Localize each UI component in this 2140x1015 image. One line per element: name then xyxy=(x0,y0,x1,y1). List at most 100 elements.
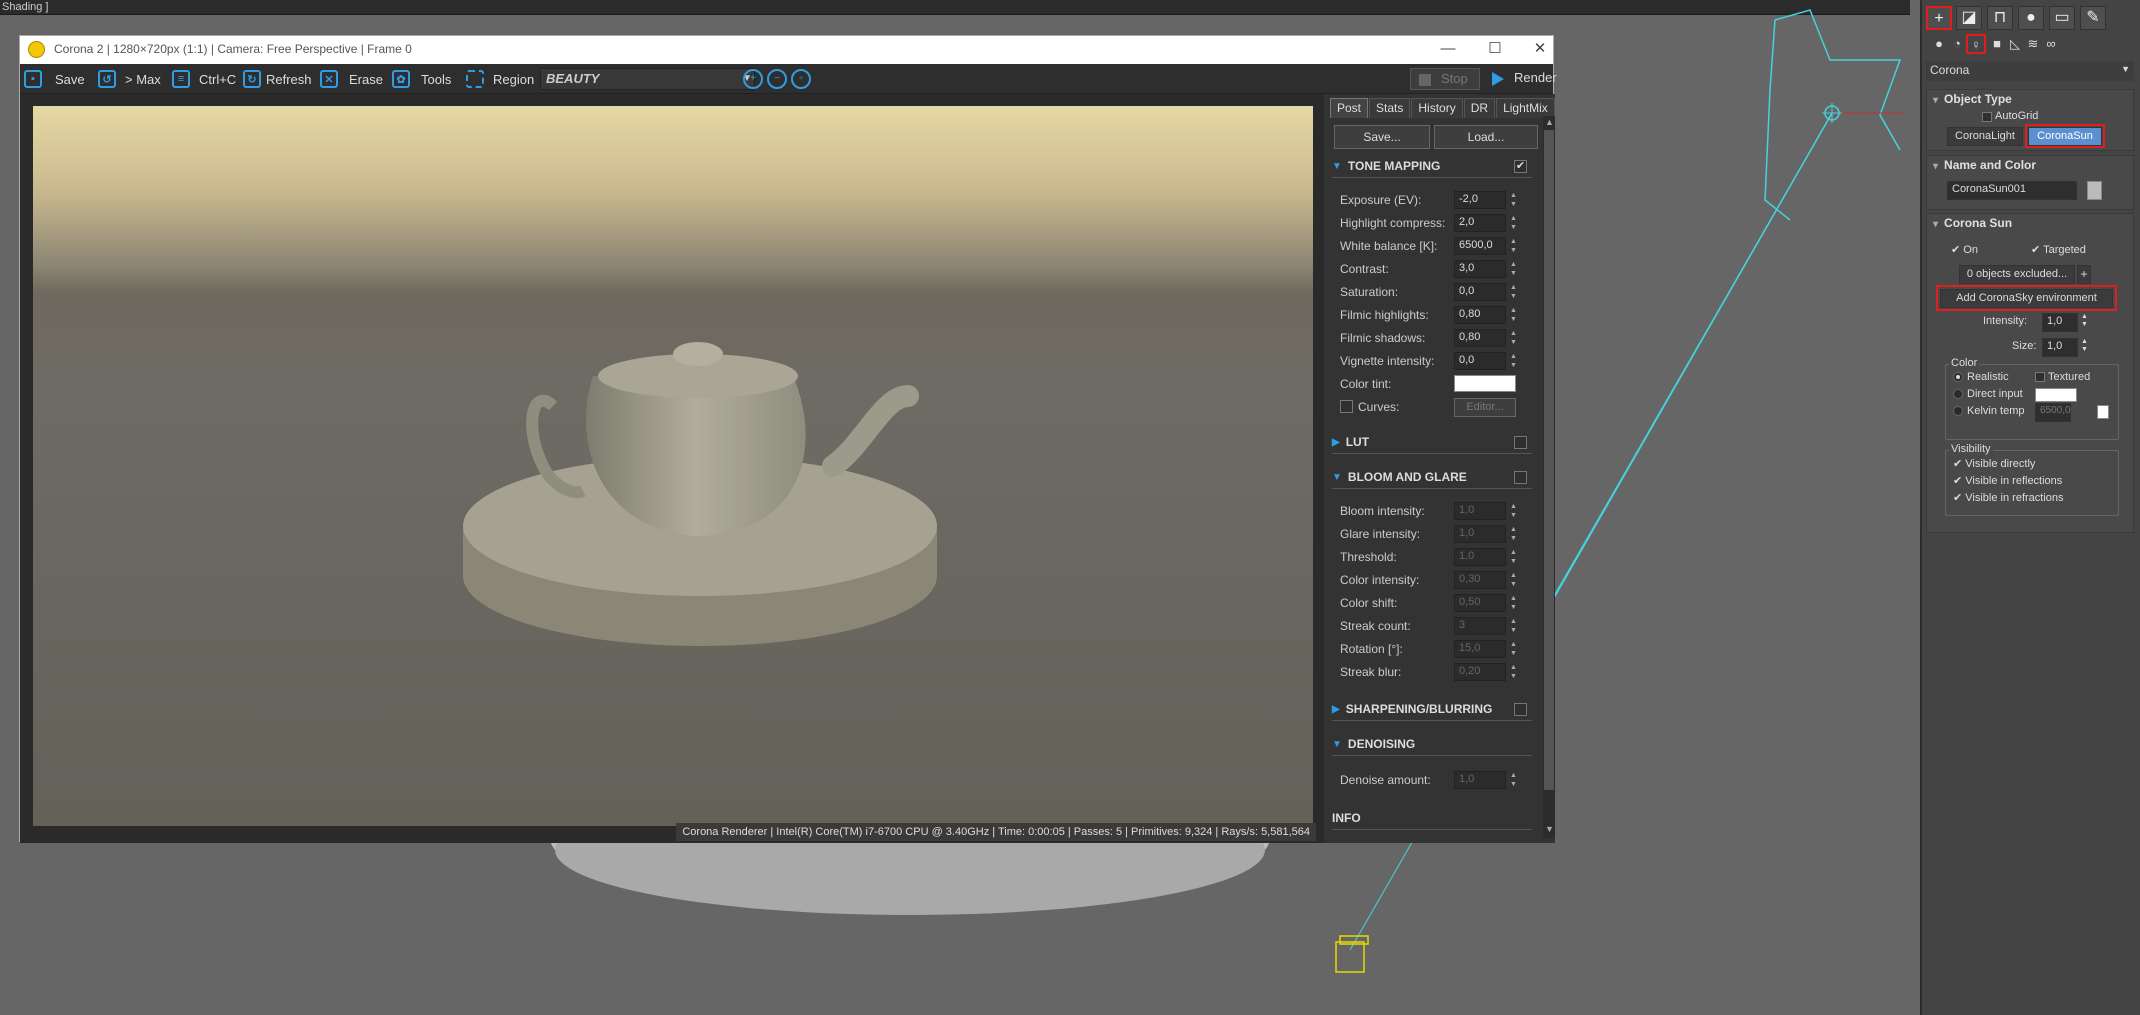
section-sharpening[interactable]: ▶ SHARPENING/BLURRING xyxy=(1332,699,1492,719)
white-balance-field[interactable]: 6500,0 xyxy=(1454,237,1506,255)
intensity-field[interactable]: 1,0 xyxy=(2042,313,2078,332)
section-tone-mapping[interactable]: ▼ TONE MAPPING xyxy=(1332,156,1440,176)
realistic-radio[interactable] xyxy=(1953,372,1963,382)
threshold-field[interactable]: 1,0 xyxy=(1454,548,1506,566)
textured-checkbox[interactable] xyxy=(2035,372,2045,382)
contrast-field[interactable]: 3,0 xyxy=(1454,260,1506,278)
visible-reflections-checkbox[interactable]: ✔ Visible in reflections xyxy=(1953,474,2062,487)
kelvin-color-swatch[interactable] xyxy=(2097,405,2109,419)
add-exclude-button[interactable]: + xyxy=(2077,265,2091,284)
curves-checkbox[interactable] xyxy=(1340,400,1353,413)
spinner-icon[interactable]: ▲ ▼ xyxy=(2081,338,2088,354)
direct-input-radio[interactable] xyxy=(1953,389,1963,399)
coronalight-button[interactable]: CoronaLight xyxy=(1947,127,2023,146)
renderer-category-select[interactable]: Corona ▼ xyxy=(1926,61,2134,81)
spinner-icon[interactable]: ▲ ▼ xyxy=(1510,237,1518,255)
hierarchy-icon[interactable]: ⊓ xyxy=(1987,6,2013,30)
object-name-input[interactable]: CoronaSun001 xyxy=(1947,181,2077,200)
sun-target-box[interactable] xyxy=(1335,941,1365,973)
create-plus-icon[interactable]: + xyxy=(1926,6,1952,30)
scrollbar-thumb[interactable] xyxy=(1544,130,1554,790)
rollout-title[interactable]: ▾ Name and Color xyxy=(1933,158,2036,172)
utilities-wrench-icon[interactable]: ✎ xyxy=(2080,6,2106,30)
copy-button[interactable]: ≡ Ctrl+C xyxy=(172,68,236,90)
rollout-title[interactable]: ▾ Object Type xyxy=(1933,92,2012,106)
highlight-compress-field[interactable]: 2,0 xyxy=(1454,214,1506,232)
spinner-icon[interactable]: ▲ ▼ xyxy=(1510,260,1518,278)
refresh-button[interactable]: ↻ Refresh xyxy=(243,68,312,90)
excluded-objects-button[interactable]: 0 objects excluded... xyxy=(1959,265,2075,284)
bloom-checkbox[interactable] xyxy=(1514,471,1527,484)
spinner-icon[interactable]: ▲ ▼ xyxy=(1510,594,1518,612)
add-coronasky-button[interactable]: Add CoronaSky environment xyxy=(1940,289,2113,308)
spinner-icon[interactable]: ▲ ▼ xyxy=(1510,548,1518,566)
tools-button[interactable]: ✿ Tools xyxy=(392,68,451,90)
minimize-button[interactable]: — xyxy=(1438,40,1458,58)
filmic-highlights-field[interactable]: 0,80 xyxy=(1454,306,1506,324)
modify-icon[interactable]: ◪ xyxy=(1956,6,1982,30)
visible-refractions-checkbox[interactable]: ✔ Visible in refractions xyxy=(1953,491,2064,504)
section-lut[interactable]: ▶ LUT xyxy=(1332,432,1369,452)
targeted-checkbox[interactable]: ✔ Targeted xyxy=(2031,243,2086,256)
spacewarps-icon[interactable]: ≋ xyxy=(2024,35,2042,53)
tab-history[interactable]: History xyxy=(1411,98,1463,118)
section-denoising[interactable]: ▼ DENOISING xyxy=(1332,734,1415,754)
region-button[interactable]: Region xyxy=(466,68,534,90)
scroll-up-icon[interactable]: ▲ xyxy=(1545,117,1554,127)
geometry-icon[interactable]: ● xyxy=(1930,35,1948,53)
spinner-icon[interactable]: ▲ ▼ xyxy=(1510,525,1518,543)
tab-dr[interactable]: DR xyxy=(1463,98,1496,118)
kelvin-radio[interactable] xyxy=(1953,406,1963,416)
kelvin-field[interactable]: 6500,0 xyxy=(2035,403,2071,422)
spinner-icon[interactable]: ▲ ▼ xyxy=(1510,191,1518,209)
visible-directly-checkbox[interactable]: ✔ Visible directly xyxy=(1953,457,2035,470)
section-bloom-glare[interactable]: ▼ BLOOM AND GLARE xyxy=(1332,467,1467,487)
spinner-icon[interactable]: ▲ ▼ xyxy=(1510,502,1518,520)
erase-button[interactable]: ✕ Erase xyxy=(320,68,383,90)
size-field[interactable]: 1,0 xyxy=(2042,338,2078,357)
display-icon[interactable]: ▭ xyxy=(2049,6,2075,30)
sharpening-checkbox[interactable] xyxy=(1514,703,1527,716)
spinner-icon[interactable]: ▲ ▼ xyxy=(1510,663,1518,681)
spinner-icon[interactable]: ▲ ▼ xyxy=(1510,640,1518,658)
stop-button[interactable]: Stop xyxy=(1410,68,1480,90)
color-shift-field[interactable]: 0,50 xyxy=(1454,594,1506,612)
render-button[interactable]: Render xyxy=(1484,68,1557,90)
post-load-button[interactable]: Load... xyxy=(1434,125,1538,149)
helpers-icon[interactable]: ◺ xyxy=(2006,35,2024,53)
spinner-icon[interactable]: ▲ ▼ xyxy=(1510,617,1518,635)
spinner-icon[interactable]: ▲ ▼ xyxy=(1510,352,1518,370)
lut-checkbox[interactable] xyxy=(1514,436,1527,449)
spinner-icon[interactable]: ▲ ▼ xyxy=(1510,329,1518,347)
color-tint-swatch[interactable] xyxy=(1454,375,1516,392)
spinner-icon[interactable]: ▲ ▼ xyxy=(1510,306,1518,324)
systems-icon[interactable]: ∞ xyxy=(2042,35,2060,53)
rotation-field[interactable]: 15,0 xyxy=(1454,640,1506,658)
streak-blur-field[interactable]: 0,20 xyxy=(1454,663,1506,681)
coronasun-button[interactable]: CoronaSun xyxy=(2028,127,2102,146)
save-button[interactable]: ▪ Save xyxy=(24,68,85,90)
section-info[interactable]: INFO xyxy=(1332,808,1361,828)
render-pass-select[interactable]: BEAUTY ▼ xyxy=(540,68,755,90)
post-save-button[interactable]: Save... xyxy=(1334,125,1430,149)
glare-intensity-field[interactable]: 1,0 xyxy=(1454,525,1506,543)
spinner-icon[interactable]: ▲ ▼ xyxy=(2081,313,2088,329)
spinner-icon[interactable]: ▲ ▼ xyxy=(1510,214,1518,232)
vignette-field[interactable]: 0,0 xyxy=(1454,352,1506,370)
color-intensity-field[interactable]: 0,30 xyxy=(1454,571,1506,589)
scroll-down-icon[interactable]: ▼ xyxy=(1545,824,1554,834)
curves-editor-button[interactable]: Editor... xyxy=(1454,398,1516,417)
saturation-field[interactable]: 0,0 xyxy=(1454,283,1506,301)
zoom-out-icon[interactable]: − xyxy=(767,69,787,89)
bloom-intensity-field[interactable]: 1,0 xyxy=(1454,502,1506,520)
tab-lightmix[interactable]: LightMix xyxy=(1496,98,1555,118)
spinner-icon[interactable]: ▲ ▼ xyxy=(1510,283,1518,301)
lights-icon[interactable]: ♀ xyxy=(1966,34,1986,54)
shapes-icon[interactable]: ◔ xyxy=(1948,35,1966,53)
to-max-button[interactable]: ↺ > Max xyxy=(98,68,161,90)
object-color-swatch[interactable] xyxy=(2087,181,2102,200)
exposure-field[interactable]: -2,0 xyxy=(1454,191,1506,209)
close-button[interactable]: ✕ xyxy=(1530,40,1550,58)
motion-icon[interactable]: ● xyxy=(2018,6,2044,30)
tab-stats[interactable]: Stats xyxy=(1369,98,1411,118)
